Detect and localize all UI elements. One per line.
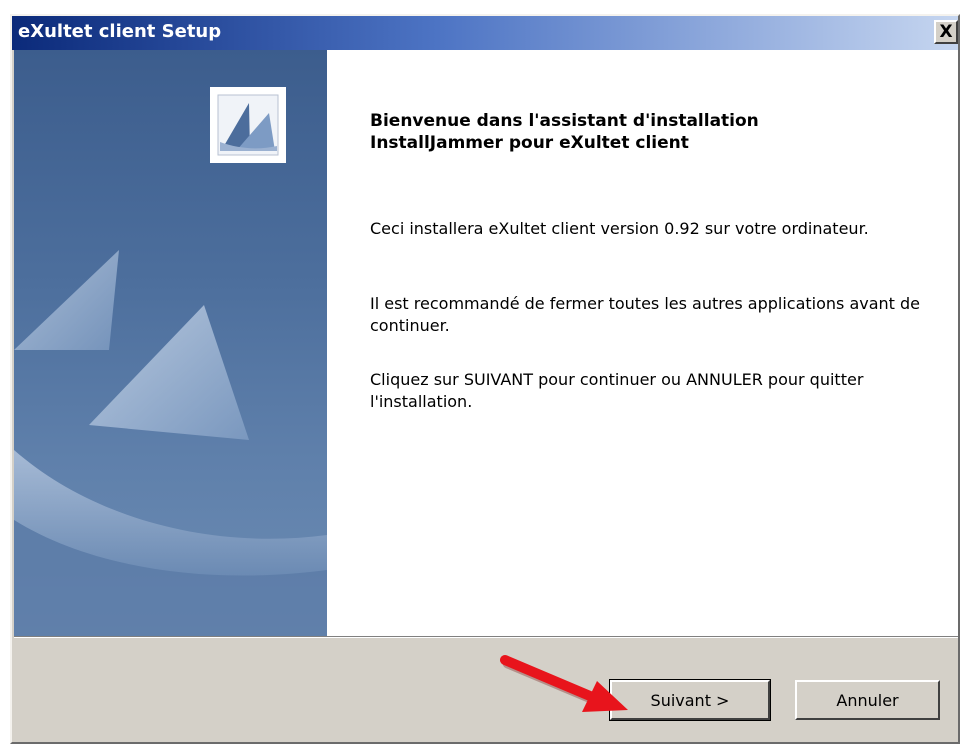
cancel-button[interactable]: Annuler xyxy=(795,680,940,720)
installjammer-logo-icon xyxy=(210,87,286,163)
window-title: eXultet client Setup xyxy=(18,21,222,42)
welcome-panel: Bienvenue dans l'assistant d'installatio… xyxy=(327,50,958,636)
welcome-heading: Bienvenue dans l'assistant d'installatio… xyxy=(370,110,930,154)
next-button[interactable]: Suivant > xyxy=(609,679,771,721)
setup-window: eXultet client Setup X Bienvenue dans l'… xyxy=(10,14,960,744)
sail-shape-left xyxy=(14,250,119,350)
recommendation-text: Il est recommandé de fermer toutes les a… xyxy=(370,294,921,335)
close-button[interactable]: X xyxy=(934,20,958,44)
instruction-text: Cliquez sur SUIVANT pour continuer ou AN… xyxy=(370,370,864,411)
sail-shape-right xyxy=(89,305,249,440)
side-banner xyxy=(14,50,327,636)
wizard-content: Bienvenue dans l'assistant d'installatio… xyxy=(14,50,958,636)
banner-artwork xyxy=(14,87,327,636)
welcome-heading-line2: InstallJammer pour eXultet client xyxy=(370,133,689,153)
welcome-heading-line1: Bienvenue dans l'assistant d'installatio… xyxy=(370,111,759,131)
install-info-text: Ceci installera eXultet client version 0… xyxy=(370,219,869,238)
close-icon: X xyxy=(939,21,953,42)
title-bar[interactable]: eXultet client Setup X xyxy=(12,16,958,50)
button-separator xyxy=(14,636,958,638)
